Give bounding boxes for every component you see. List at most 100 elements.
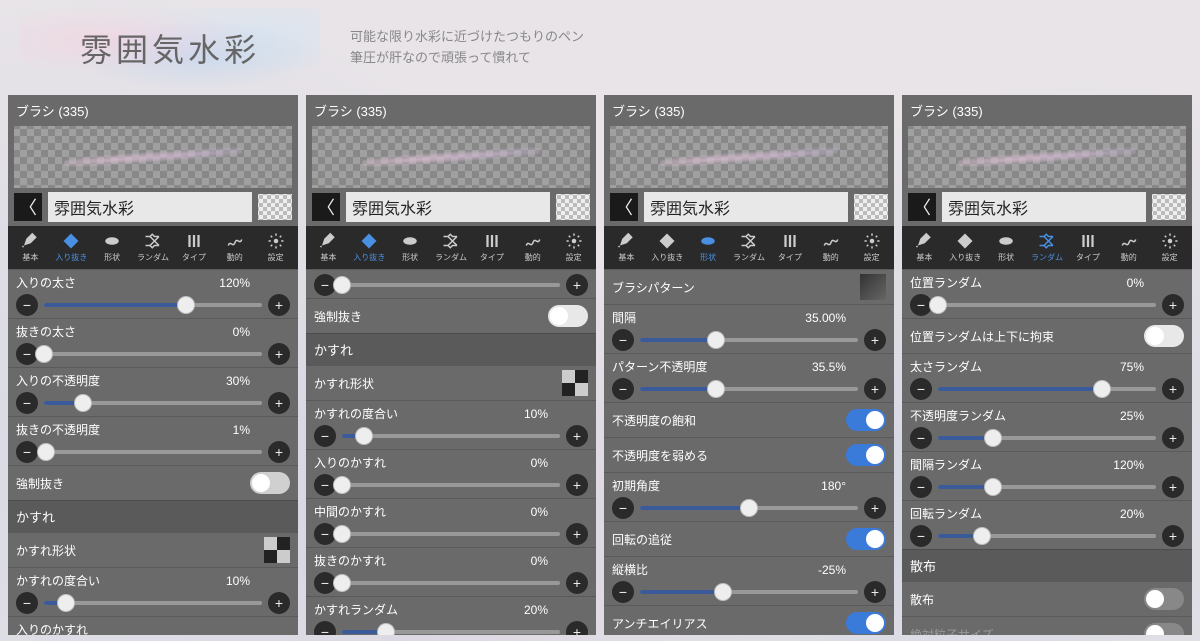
slider-thumb[interactable] [929,296,947,314]
decrement-button[interactable]: − [612,581,634,603]
brush-name[interactable]: 雰囲気水彩 [942,192,1146,222]
thumbnail-button[interactable] [562,370,588,396]
slider-track[interactable] [938,436,1156,440]
slider-track[interactable] [640,387,858,391]
tab-基本[interactable]: 基本 [904,230,945,265]
slider-track[interactable] [342,283,560,287]
tab-設定[interactable]: 設定 [1149,230,1190,265]
toggle-switch[interactable] [548,305,588,327]
slider-thumb[interactable] [707,331,725,349]
increment-button[interactable]: + [1162,427,1184,449]
slider-thumb[interactable] [714,583,732,601]
increment-button[interactable]: + [864,497,886,519]
decrement-button[interactable]: − [612,497,634,519]
tab-入り抜き[interactable]: 入り抜き [349,230,390,265]
increment-button[interactable]: + [268,441,290,463]
toggle-switch[interactable] [846,409,886,431]
decrement-button[interactable]: − [612,378,634,400]
tab-入り抜き[interactable]: 入り抜き [945,230,986,265]
slider-track[interactable] [938,387,1156,391]
tab-設定[interactable]: 設定 [255,230,296,265]
decrement-button[interactable]: − [16,392,38,414]
slider-track[interactable] [342,581,560,585]
tab-形状[interactable]: 形状 [92,230,133,265]
back-button[interactable]: 〈 [908,193,936,221]
increment-button[interactable]: + [566,474,588,496]
increment-button[interactable]: + [268,392,290,414]
slider-thumb[interactable] [37,443,55,461]
toggle-switch[interactable] [1144,325,1184,347]
brush-texture-thumb[interactable] [854,194,888,220]
increment-button[interactable]: + [864,329,886,351]
slider-track[interactable] [44,450,262,454]
slider-thumb[interactable] [333,574,351,592]
tab-動的[interactable]: 動的 [214,230,255,265]
increment-button[interactable]: + [864,378,886,400]
back-button[interactable]: 〈 [312,193,340,221]
tab-タイプ[interactable]: タイプ [1067,230,1108,265]
increment-button[interactable]: + [566,425,588,447]
increment-button[interactable]: + [566,523,588,545]
tab-動的[interactable]: 動的 [810,230,851,265]
decrement-button[interactable]: − [314,621,336,635]
slider-track[interactable] [938,485,1156,489]
slider-track[interactable] [44,303,262,307]
toggle-switch[interactable] [846,612,886,634]
slider-thumb[interactable] [740,499,758,517]
tab-ランダム[interactable]: ランダム [1027,230,1068,265]
increment-button[interactable]: + [1162,476,1184,498]
brush-texture-thumb[interactable] [1152,194,1186,220]
slider-track[interactable] [342,532,560,536]
toggle-switch[interactable] [250,472,290,494]
tab-ランダム[interactable]: ランダム [133,230,174,265]
decrement-button[interactable]: − [910,427,932,449]
slider-track[interactable] [342,483,560,487]
decrement-button[interactable]: − [910,476,932,498]
tab-タイプ[interactable]: タイプ [471,230,512,265]
slider-track[interactable] [640,338,858,342]
slider-track[interactable] [342,434,560,438]
decrement-button[interactable]: − [910,525,932,547]
brush-texture-thumb[interactable] [258,194,292,220]
increment-button[interactable]: + [268,294,290,316]
tab-形状[interactable]: 形状 [688,230,729,265]
tab-設定[interactable]: 設定 [553,230,594,265]
slider-thumb[interactable] [333,525,351,543]
decrement-button[interactable]: − [16,294,38,316]
back-button[interactable]: 〈 [14,193,42,221]
brush-texture-thumb[interactable] [556,194,590,220]
thumbnail-button[interactable] [860,274,886,300]
slider-thumb[interactable] [57,594,75,612]
slider-track[interactable] [342,630,560,634]
slider-track[interactable] [640,590,858,594]
tab-ランダム[interactable]: ランダム [431,230,472,265]
tab-基本[interactable]: 基本 [606,230,647,265]
tab-設定[interactable]: 設定 [851,230,892,265]
tab-形状[interactable]: 形状 [390,230,431,265]
increment-button[interactable]: + [566,274,588,296]
decrement-button[interactable]: − [16,441,38,463]
increment-button[interactable]: + [1162,378,1184,400]
tab-形状[interactable]: 形状 [986,230,1027,265]
tab-動的[interactable]: 動的 [1108,230,1149,265]
increment-button[interactable]: + [1162,294,1184,316]
slider-track[interactable] [44,401,262,405]
toggle-switch[interactable] [1144,588,1184,610]
slider-thumb[interactable] [333,476,351,494]
toggle-switch[interactable] [846,444,886,466]
tab-入り抜き[interactable]: 入り抜き [51,230,92,265]
increment-button[interactable]: + [566,621,588,635]
slider-track[interactable] [44,352,262,356]
slider-thumb[interactable] [355,427,373,445]
slider-thumb[interactable] [973,527,991,545]
slider-track[interactable] [938,534,1156,538]
brush-name[interactable]: 雰囲気水彩 [346,192,550,222]
brush-name[interactable]: 雰囲気水彩 [644,192,848,222]
tab-ランダム[interactable]: ランダム [729,230,770,265]
slider-thumb[interactable] [333,276,351,294]
tab-動的[interactable]: 動的 [512,230,553,265]
decrement-button[interactable]: − [612,329,634,351]
slider-thumb[interactable] [1093,380,1111,398]
slider-thumb[interactable] [377,623,395,635]
toggle-switch[interactable] [846,528,886,550]
